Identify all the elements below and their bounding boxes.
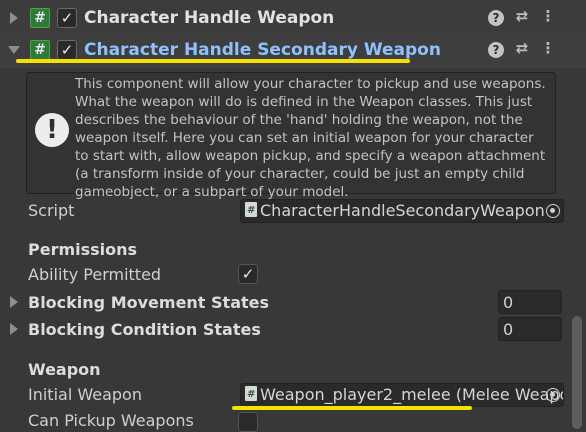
ability-permitted-checkbox[interactable]: ✓ [238, 264, 258, 284]
foldout-arrow-icon[interactable] [10, 12, 18, 24]
can-pickup-label: Can Pickup Weapons [28, 411, 194, 430]
weapon-asset-icon [245, 384, 257, 406]
script-label: Script [28, 201, 75, 220]
component-title: Character Handle Weapon [84, 8, 335, 28]
weapon-underline [232, 406, 472, 410]
initial-weapon-field[interactable]: Weapon_player2_melee (Melee Weapon) [240, 383, 564, 407]
component-header-handle-weapon[interactable]: # ✓ Character Handle Weapon ? ⇄ ⋮ [0, 0, 586, 36]
script-hash-icon: # [30, 8, 50, 28]
help-text: This component will allow your character… [75, 76, 546, 200]
component-enabled-checkbox[interactable]: ✓ [57, 40, 77, 60]
object-picker-icon[interactable] [546, 204, 560, 218]
help-box: ! This component will allow your charact… [26, 72, 556, 200]
script-file-icon [245, 200, 257, 222]
preset-icon[interactable]: ⇄ [512, 7, 532, 25]
blocking-condition-count[interactable]: 0 [498, 317, 562, 341]
foldout-arrow-icon[interactable] [8, 46, 20, 54]
menu-icon[interactable]: ⋮ [540, 7, 556, 25]
ability-permitted-label: Ability Permitted [28, 265, 162, 284]
can-pickup-checkbox[interactable] [238, 412, 258, 432]
initial-weapon-label: Initial Weapon [28, 385, 142, 404]
blocking-movement-label[interactable]: Blocking Movement States [28, 293, 269, 312]
menu-icon[interactable]: ⋮ [540, 39, 556, 57]
warning-icon: ! [35, 113, 69, 147]
foldout-arrow-icon[interactable] [10, 323, 18, 335]
foldout-arrow-icon[interactable] [10, 296, 18, 308]
blocking-condition-label[interactable]: Blocking Condition States [28, 320, 261, 339]
help-icon[interactable]: ? [488, 10, 504, 26]
blocking-movement-count[interactable]: 0 [498, 290, 562, 314]
component-title: Character Handle Secondary Weapon [84, 40, 441, 60]
component-enabled-checkbox[interactable]: ✓ [57, 8, 77, 28]
script-hash-icon: # [30, 40, 50, 60]
object-picker-icon[interactable] [546, 388, 560, 402]
preset-icon[interactable]: ⇄ [512, 39, 532, 57]
help-icon[interactable]: ? [488, 42, 504, 58]
permissions-heading: Permissions [28, 240, 138, 259]
script-field[interactable]: CharacterHandleSecondaryWeapon [240, 199, 564, 223]
title-underline [16, 59, 410, 63]
inspector-scrollbar[interactable] [572, 316, 582, 429]
weapon-heading: Weapon [28, 360, 101, 379]
script-value: CharacterHandleSecondaryWeapon [260, 201, 545, 220]
initial-weapon-value: Weapon_player2_melee (Melee Weapon) [260, 385, 564, 404]
